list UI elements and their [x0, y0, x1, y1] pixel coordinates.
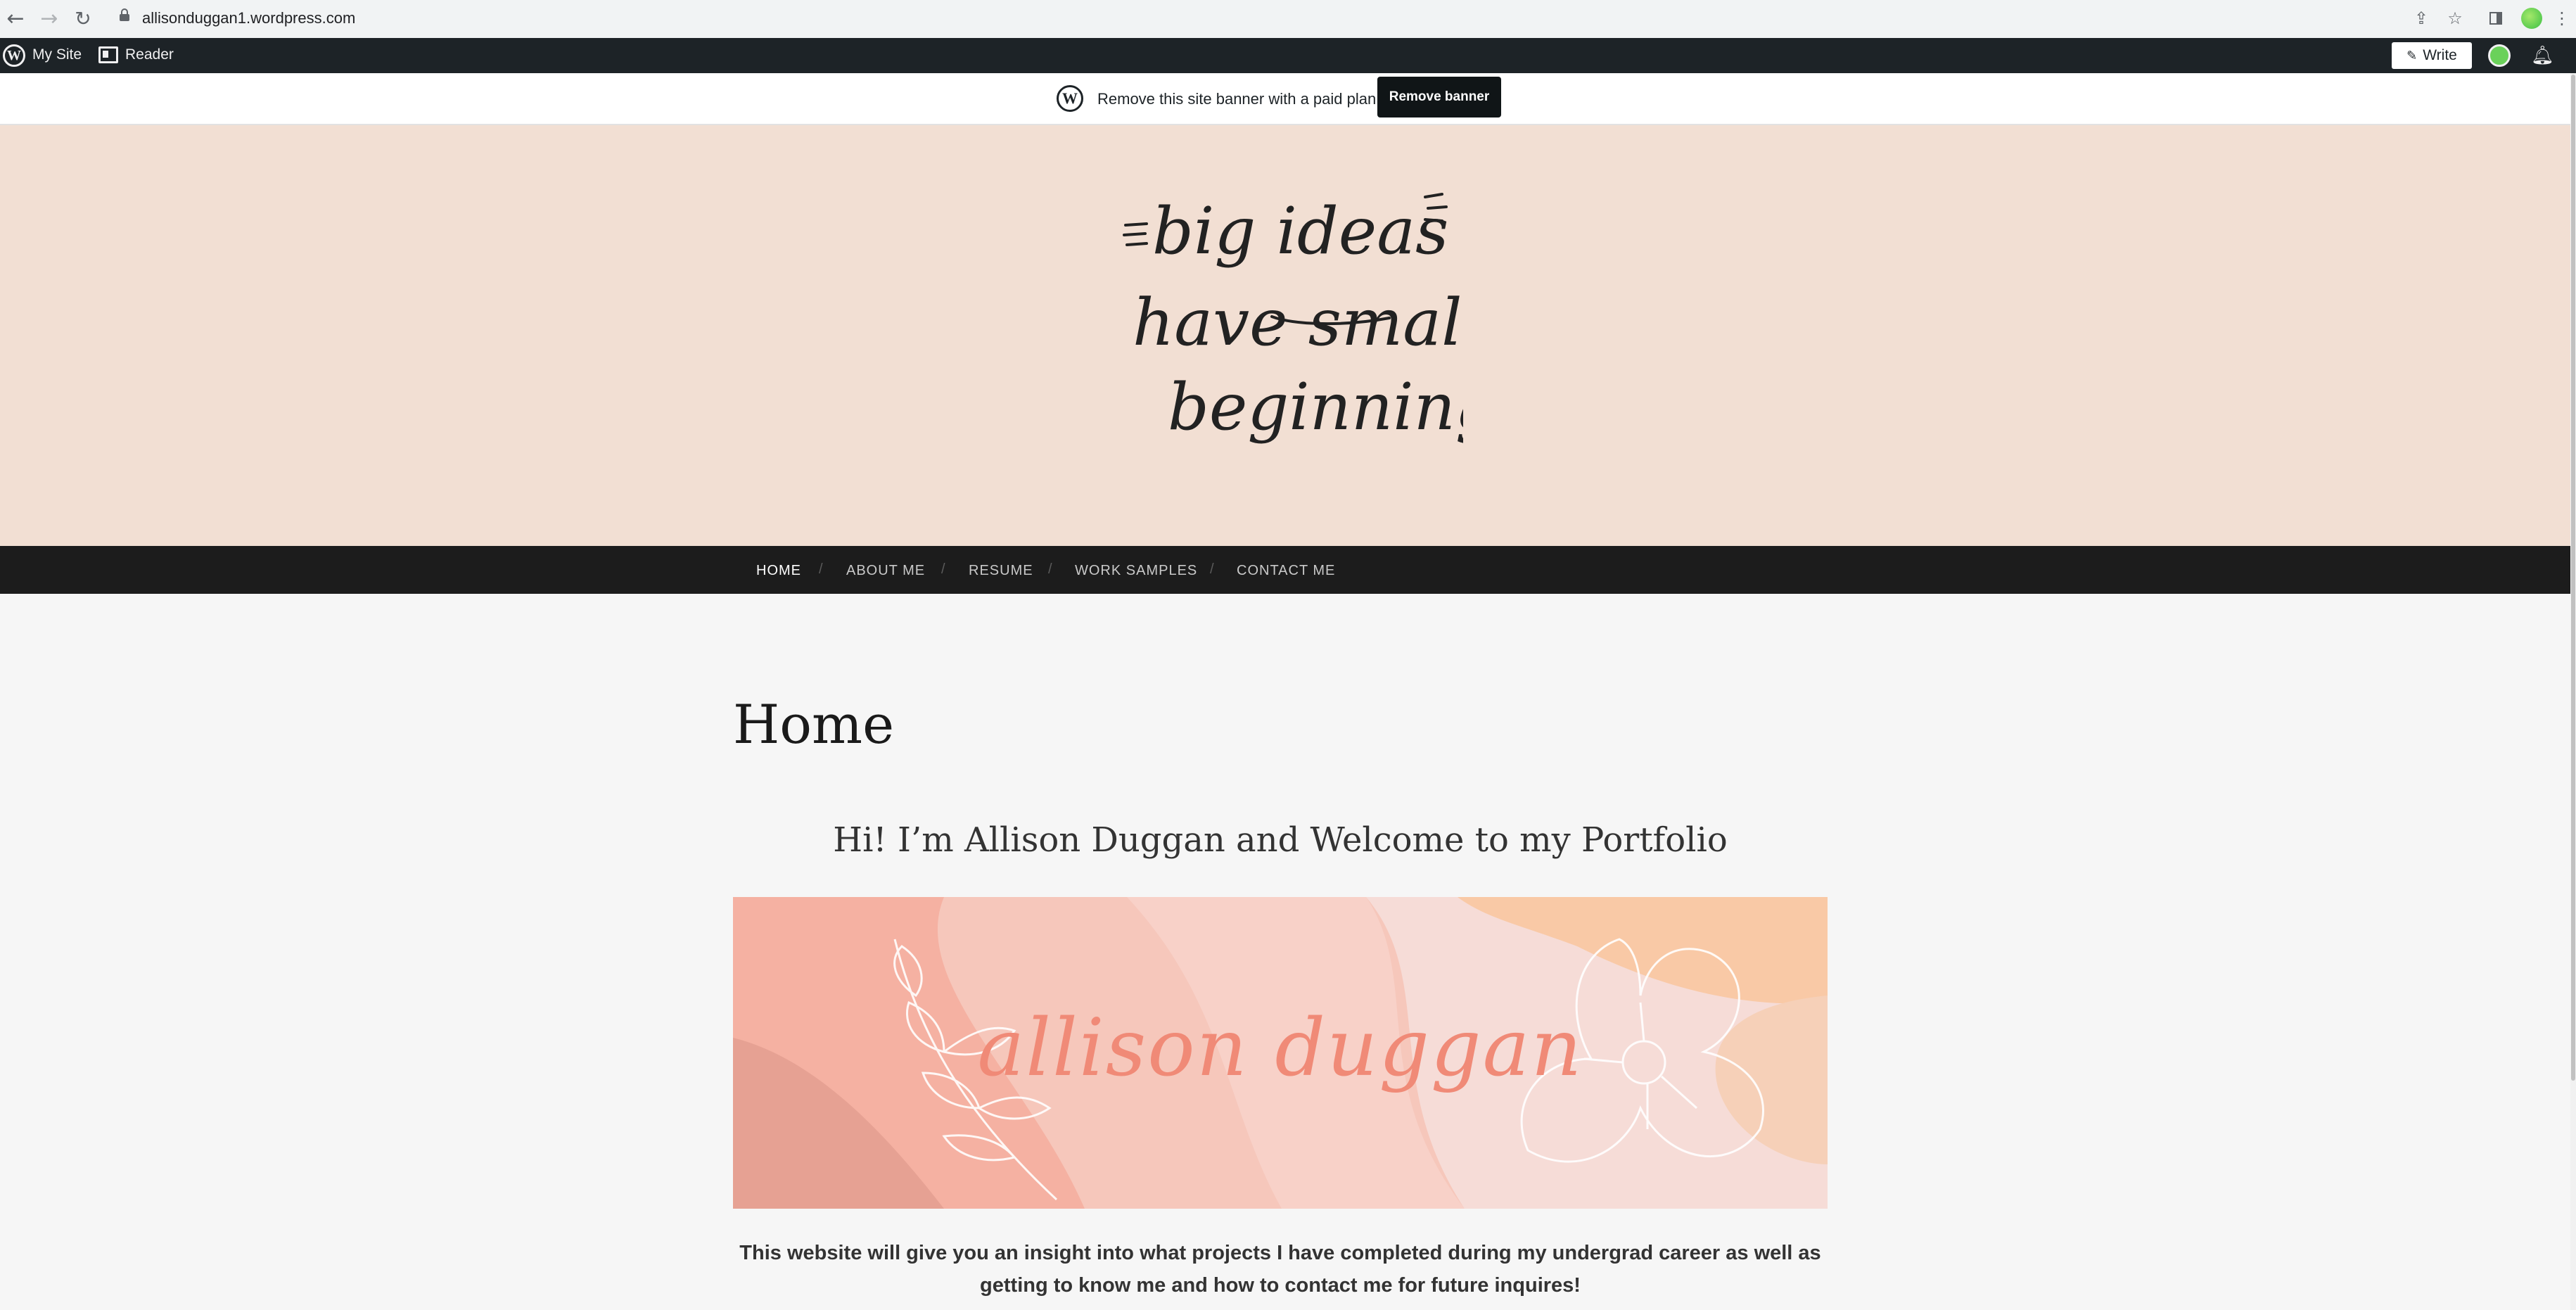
star-icon[interactable]: ☆ — [2444, 7, 2466, 30]
share-icon[interactable]: ⇪ — [2410, 7, 2432, 30]
write-button[interactable]: ✎ Write — [2392, 42, 2472, 69]
pen-icon: ✎ — [2406, 48, 2418, 63]
reload-icon[interactable]: ↻ — [70, 6, 96, 31]
user-avatar[interactable] — [2488, 44, 2511, 67]
intro-paragraph: This website will give you an insight in… — [739, 1242, 1821, 1297]
wp-admin-bar: W My Site Reader ✎ Write 🔔︎ — [0, 38, 2576, 73]
page-title: Home — [733, 693, 895, 756]
reader-icon[interactable] — [98, 46, 118, 63]
nav-item-home[interactable]: HOME — [756, 563, 801, 579]
side-panel-icon[interactable] — [2485, 7, 2507, 30]
nav-item-contact-me[interactable]: CONTACT ME — [1237, 563, 1335, 579]
reader-link[interactable]: Reader — [125, 46, 174, 63]
site-logo[interactable]: big ideas have small beginnings — [1111, 176, 1463, 485]
logo-line-1: big ideas — [1152, 193, 1448, 269]
forward-icon[interactable]: → — [37, 6, 62, 31]
welcome-heading: Hi! I’m Allison Duggan and Welcome to my… — [833, 820, 1728, 860]
hero-name-text: allison duggan — [977, 1003, 1583, 1094]
nav-separator: / — [1048, 561, 1052, 577]
remove-banner-button[interactable]: Remove banner — [1377, 77, 1501, 117]
menu-icon[interactable]: ⋮ — [2553, 7, 2570, 30]
browser-toolbar: ← → ↻ allisonduggan1.wordpress.com ⇪ ☆ ⋮ — [0, 0, 2576, 38]
scrollbar-thumb[interactable] — [2571, 75, 2575, 1081]
my-site-link[interactable]: My Site — [32, 46, 82, 63]
lock-icon[interactable] — [120, 8, 129, 21]
logo-line-3: beginnings — [1168, 369, 1463, 445]
write-label: Write — [2423, 47, 2457, 63]
nav-separator: / — [941, 561, 945, 577]
wordpress-logo-icon[interactable]: W — [3, 44, 25, 67]
notifications-icon[interactable]: 🔔︎ — [2531, 45, 2554, 66]
logo-line-2: have small — [1133, 285, 1463, 360]
banner-text: Remove this site banner with a paid plan — [1097, 90, 1377, 108]
profile-avatar[interactable] — [2521, 8, 2542, 29]
nav-item-resume[interactable]: RESUME — [969, 563, 1033, 579]
nav-item-about-me[interactable]: ABOUT ME — [846, 563, 925, 579]
nav-item-work-samples[interactable]: WORK SAMPLES — [1075, 563, 1197, 579]
wordpress-logo-icon: W — [1057, 85, 1083, 112]
address-bar[interactable] — [110, 5, 2424, 33]
hero-banner-image: allison duggan — [733, 897, 1828, 1209]
main-navigation: HOME / ABOUT ME / RESUME / WORK SAMPLES … — [0, 546, 2570, 594]
site-banner: W Remove this site banner with a paid pl… — [0, 73, 2570, 125]
nav-separator: / — [819, 561, 823, 577]
url-text[interactable]: allisonduggan1.wordpress.com — [142, 9, 355, 27]
nav-separator: / — [1210, 561, 1214, 577]
back-icon[interactable]: ← — [3, 6, 28, 31]
